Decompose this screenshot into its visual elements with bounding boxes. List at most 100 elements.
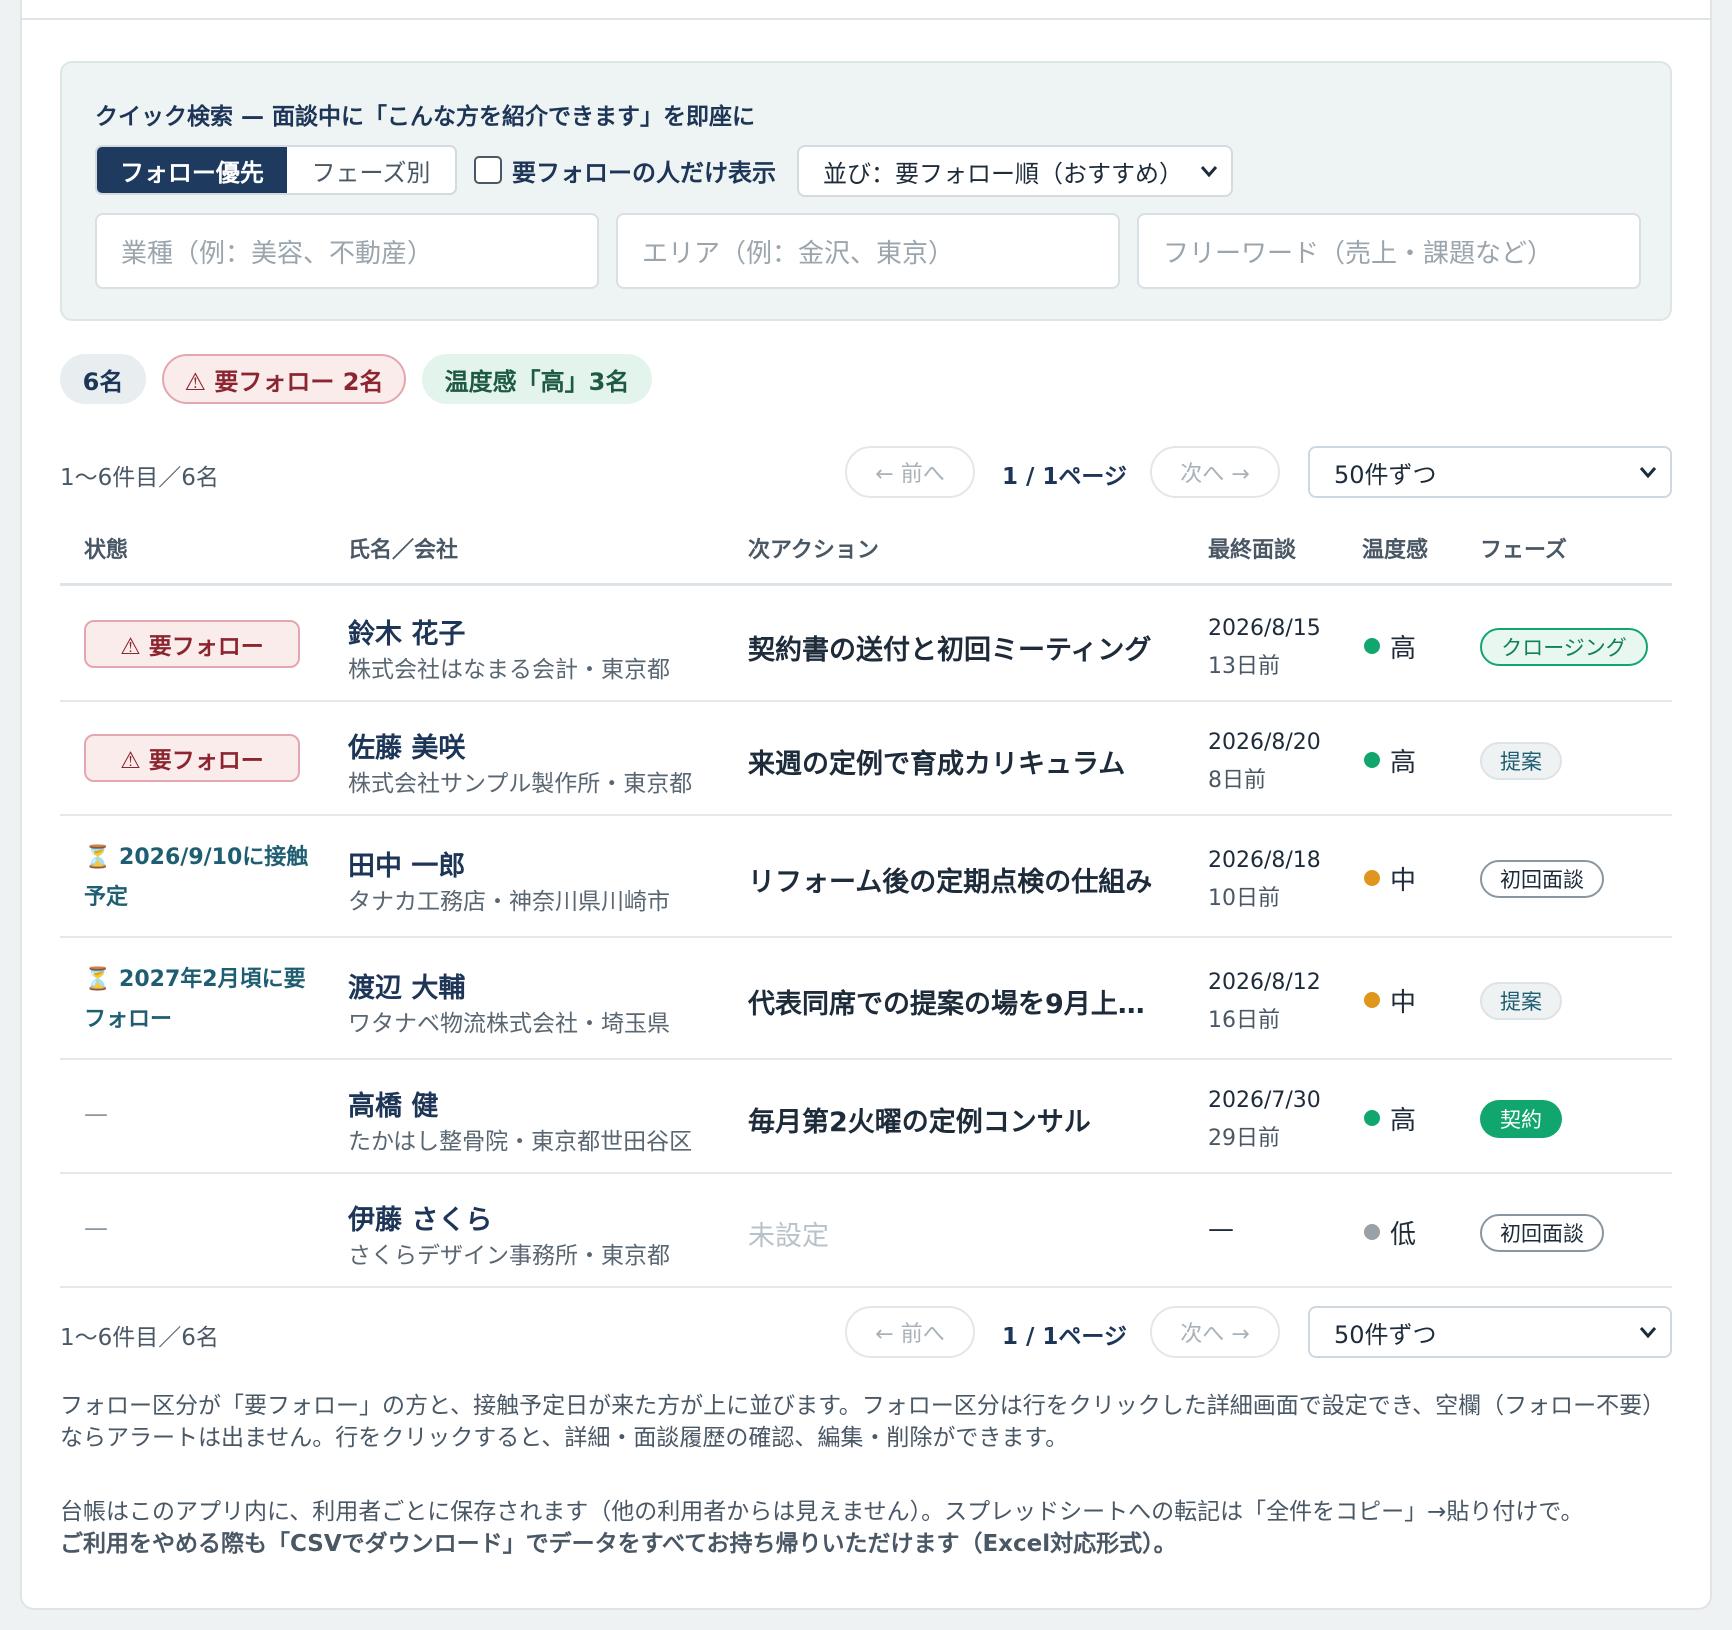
chevron-down-icon	[1638, 1320, 1658, 1350]
next-action: 毎月第2火曜の定例コンサル	[748, 1107, 1091, 1138]
last-meeting-date: 2026/8/20	[1208, 730, 1321, 755]
last-meeting-date: 2026/8/12	[1208, 970, 1321, 995]
days-ago: 13日前	[1208, 654, 1280, 679]
temperature: 低	[1390, 1220, 1417, 1250]
last-meeting-date: 2026/7/30	[1208, 1088, 1321, 1113]
next-action: 来週の定例で育成カリキュラム	[748, 749, 1126, 780]
temp-dot-icon	[1364, 752, 1380, 768]
client-name: 佐藤 美咲	[348, 733, 466, 764]
last-meeting-date: 2026/8/18	[1208, 848, 1321, 873]
temp-dot-icon	[1364, 1110, 1380, 1126]
header-phase: フェーズ	[1480, 538, 1567, 563]
per-page-select[interactable]: 50件ずつ	[1308, 446, 1672, 498]
quick-search-title: クイック検索 — 面談中に「こんな方を紹介できます」を即座に	[95, 104, 756, 130]
help-note: フォロー区分が「要フォロー」の方と、接触予定日が来た方が上に並びます。フォロー区…	[60, 1393, 1666, 1451]
status-badge: ⚠ 要フォロー	[84, 734, 300, 782]
sort-select[interactable]: 並び：要フォロー順（おすすめ）	[797, 145, 1233, 197]
table-row[interactable]: — 伊藤 さくら さくらデザイン事務所・東京都 未設定 — 低 初回面談	[60, 1174, 1672, 1288]
phase-badge: 提案	[1480, 982, 1562, 1020]
table-row[interactable]: — 高橋 健 たかはし整骨院・東京都世田谷区 毎月第2火曜の定例コンサル 202…	[60, 1060, 1672, 1174]
tab-by-phase[interactable]: フェーズ別	[287, 147, 455, 193]
next-action: 未設定	[748, 1221, 829, 1252]
days-ago: 10日前	[1208, 886, 1280, 911]
next-action: リフォーム後の定期点検の仕組み	[748, 867, 1153, 898]
per-page-select-bottom[interactable]: 50件ずつ	[1308, 1306, 1672, 1358]
table-row[interactable]: ⚠ 要フォロー 鈴木 花子 株式会社はなまる会計・東京都 契約書の送付と初回ミー…	[60, 586, 1672, 702]
quick-search-panel: クイック検索 — 面談中に「こんな方を紹介できます」を即座に フォロー優先 フェ…	[60, 61, 1672, 321]
status-schedule: ⏳ 2027年2月頃に要フォロー	[84, 967, 306, 1032]
temperature: 高	[1390, 1106, 1417, 1136]
header-temperature: 温度感	[1362, 538, 1429, 563]
per-page-value: 50件ずつ	[1334, 460, 1437, 489]
header-action: 次アクション	[748, 538, 879, 563]
sort-select-value: 並び：要フォロー順（おすすめ）	[823, 159, 1183, 188]
client-company: さくらデザイン事務所・東京都	[348, 1243, 670, 1269]
status-none: —	[84, 1214, 108, 1242]
client-name: 高橋 健	[348, 1091, 439, 1122]
next-action: 代表同席での提案の場を9月上旬に	[748, 989, 1158, 1020]
phase-badge: 提案	[1480, 742, 1562, 780]
page-indicator-bottom: 1 / 1ページ	[1002, 1324, 1127, 1350]
client-name: 渡辺 大輔	[348, 973, 466, 1004]
next-page-button[interactable]: 次へ →	[1150, 446, 1280, 498]
storage-note: 台帳はこのアプリ内に、利用者ごとに保存されます（他の利用者からは見えません）。ス…	[60, 1496, 1672, 1560]
client-company: タナカ工務店・神奈川県川崎市	[348, 889, 670, 915]
prev-page-button[interactable]: ← 前へ	[845, 446, 975, 498]
temperature: 高	[1390, 634, 1417, 664]
client-company: たかはし整骨院・東京都世田谷区	[348, 1129, 693, 1155]
csv-note: ご利用をやめる際も「CSVでダウンロード」でデータをすべてお持ち帰りいただけます…	[60, 1531, 1177, 1557]
table-row[interactable]: ⚠ 要フォロー 佐藤 美咲 株式会社サンプル製作所・東京都 来週の定例で育成カリ…	[60, 702, 1672, 816]
temp-dot-icon	[1364, 638, 1380, 654]
days-ago: 8日前	[1208, 768, 1266, 793]
client-name: 伊藤 さくら	[348, 1205, 493, 1236]
follow-only-checkbox[interactable]	[474, 156, 502, 184]
client-name: 田中 一郎	[348, 851, 466, 882]
phase-badge: 初回面談	[1480, 1214, 1604, 1252]
last-meeting-date: —	[1208, 1214, 1234, 1244]
top-divider	[20, 18, 1712, 20]
table-row[interactable]: ⏳ 2027年2月頃に要フォロー 渡辺 大輔 ワタナベ物流株式会社・埼玉県 代表…	[60, 938, 1672, 1060]
temp-dot-icon	[1364, 870, 1380, 886]
temp-dot-icon	[1364, 1224, 1380, 1240]
temperature: 中	[1390, 866, 1417, 896]
header-name: 氏名／会社	[348, 538, 459, 563]
page-indicator: 1 / 1ページ	[1002, 464, 1127, 490]
temperature: 中	[1390, 988, 1417, 1018]
per-page-value: 50件ずつ	[1334, 1320, 1437, 1349]
next-page-button-bottom[interactable]: 次へ →	[1150, 1306, 1280, 1358]
temp-high-badge[interactable]: 温度感「高」3名	[422, 354, 652, 404]
client-company: 株式会社はなまる会計・東京都	[348, 657, 670, 683]
header-status: 状態	[84, 538, 129, 563]
days-ago: 16日前	[1208, 1008, 1280, 1033]
header-last-meeting: 最終面談	[1208, 538, 1297, 563]
follow-only-label: 要フォローの人だけ表示	[512, 158, 776, 187]
phase-badge: 初回面談	[1480, 860, 1604, 898]
temp-dot-icon	[1364, 992, 1380, 1008]
client-name: 鈴木 花子	[348, 619, 466, 650]
result-count-bottom: 1〜6件目／6名	[60, 1325, 219, 1351]
status-schedule: ⏳ 2026/9/10に接触予定	[84, 845, 309, 910]
view-toggle: フォロー優先 フェーズ別	[95, 145, 457, 195]
temperature: 高	[1390, 748, 1417, 778]
next-action: 契約書の送付と初回ミーティング	[748, 635, 1152, 666]
result-count: 1〜6件目／6名	[60, 465, 219, 491]
follow-only-toggle[interactable]: 要フォローの人だけ表示	[474, 147, 776, 193]
chevron-down-icon	[1199, 159, 1219, 189]
keyword-input[interactable]: フリーワード（売上・課題など）	[1137, 213, 1641, 289]
area-input[interactable]: エリア（例：金沢、東京）	[616, 213, 1120, 289]
client-company: 株式会社サンプル製作所・東京都	[348, 771, 693, 797]
status-badge: ⚠ 要フォロー	[84, 620, 300, 668]
chevron-down-icon	[1638, 460, 1658, 490]
table-row[interactable]: ⏳ 2026/9/10に接触予定 田中 一郎 タナカ工務店・神奈川県川崎市 リフ…	[60, 816, 1672, 938]
tab-follow-priority[interactable]: フォロー優先	[97, 147, 287, 193]
industry-input[interactable]: 業種（例：美容、不動産）	[95, 213, 599, 289]
phase-badge: 契約	[1480, 1100, 1562, 1138]
phase-badge: クロージング	[1480, 628, 1648, 666]
prev-page-button-bottom[interactable]: ← 前へ	[845, 1306, 975, 1358]
days-ago: 29日前	[1208, 1126, 1280, 1151]
status-none: —	[84, 1100, 108, 1128]
client-company: ワタナベ物流株式会社・埼玉県	[348, 1011, 670, 1037]
storage-note-text: 台帳はこのアプリ内に、利用者ごとに保存されます（他の利用者からは見えません）。ス…	[60, 1499, 1584, 1525]
follow-count-badge[interactable]: ⚠ 要フォロー 2名	[162, 354, 406, 404]
last-meeting-date: 2026/8/15	[1208, 616, 1321, 641]
